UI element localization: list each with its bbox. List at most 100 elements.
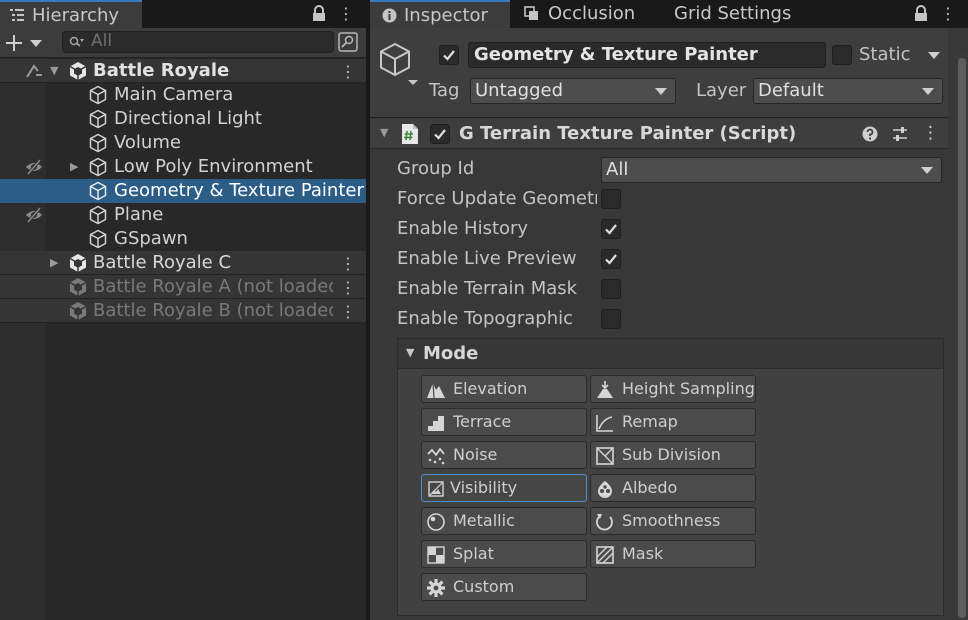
mode-remap-button[interactable]: Remap bbox=[590, 408, 756, 436]
mode-label: Smoothness bbox=[622, 511, 721, 530]
lock-icon[interactable] bbox=[312, 5, 326, 22]
presets-sliders-icon[interactable] bbox=[892, 126, 908, 142]
unity-scene-icon bbox=[69, 278, 87, 296]
lock-icon[interactable] bbox=[914, 5, 928, 22]
scrollbar-thumb[interactable] bbox=[958, 58, 966, 618]
gear-icon bbox=[427, 579, 445, 597]
mode-splat-button[interactable]: Splat bbox=[421, 540, 587, 568]
mode-height-sampling-button[interactable]: Height Sampling bbox=[590, 375, 756, 403]
tab-grid-settings[interactable]: Grid Settings bbox=[660, 0, 800, 28]
static-checkbox[interactable] bbox=[832, 45, 852, 65]
inspector-scrollbar[interactable] bbox=[956, 52, 968, 620]
mode-elevation-button[interactable]: Elevation bbox=[421, 375, 587, 403]
mode-label: Elevation bbox=[453, 379, 528, 398]
mode-mask-button[interactable]: Mask bbox=[590, 540, 756, 568]
property-enable-terrain-mask: Enable Terrain Mask bbox=[397, 276, 942, 304]
mode-sub-division-button[interactable]: Sub Division bbox=[590, 441, 756, 469]
mode-section: ▼ Mode Elevation Height Sampling Terrace bbox=[397, 338, 944, 616]
hierarchy-scene-row[interactable]: ▼ Battle Royale ⋮ bbox=[0, 59, 366, 83]
search-options-icon[interactable] bbox=[338, 32, 358, 52]
hidden-eye-icon[interactable] bbox=[24, 157, 44, 177]
object-active-checkbox[interactable] bbox=[439, 45, 459, 65]
object-name: GSpawn bbox=[114, 228, 188, 249]
enable-live-preview-checkbox[interactable] bbox=[601, 249, 621, 269]
mode-label: Noise bbox=[453, 445, 498, 464]
property-group-id: Group Id All bbox=[397, 156, 942, 184]
gameobject-large-icon[interactable] bbox=[378, 42, 422, 88]
inspector-tab-bar: Inspector Occlusion Grid Settings ⋮ bbox=[370, 0, 968, 28]
hierarchy-object-row[interactable]: ▶ Low Poly Environment bbox=[0, 155, 366, 179]
fold-arrow-collapsed-icon[interactable]: ▶ bbox=[70, 160, 78, 173]
mode-title: Mode bbox=[423, 343, 479, 364]
enable-terrain-mask-checkbox[interactable] bbox=[601, 279, 621, 299]
scene-menu-icon[interactable]: ⋮ bbox=[340, 302, 356, 321]
mode-noise-button[interactable]: Noise bbox=[421, 441, 587, 469]
layer-dropdown[interactable]: Default bbox=[753, 78, 943, 104]
property-enable-topographic: Enable Topographic bbox=[397, 306, 942, 334]
fold-arrow-collapsed-icon[interactable]: ▶ bbox=[50, 256, 58, 269]
tab-occlusion[interactable]: Occlusion bbox=[510, 0, 650, 28]
mode-albedo-button[interactable]: Albedo bbox=[590, 474, 756, 502]
force-update-geometry-checkbox[interactable] bbox=[601, 189, 621, 209]
scene-name: Battle Royale C bbox=[93, 252, 232, 273]
hierarchy-object-row[interactable]: GSpawn bbox=[0, 227, 366, 251]
hierarchy-object-row[interactable]: Main Camera bbox=[0, 83, 366, 107]
help-icon[interactable] bbox=[862, 126, 878, 142]
mode-visibility-button[interactable]: Visibility bbox=[421, 474, 587, 502]
hierarchy-object-row[interactable]: Volume bbox=[0, 131, 366, 155]
component-enabled-checkbox[interactable] bbox=[430, 124, 450, 144]
property-label: Enable History bbox=[397, 218, 529, 239]
hidden-eye-icon[interactable] bbox=[24, 205, 44, 225]
metallic-icon bbox=[427, 513, 445, 531]
property-enable-live-preview: Enable Live Preview bbox=[397, 246, 942, 274]
scene-menu-icon[interactable]: ⋮ bbox=[340, 254, 356, 273]
fold-arrow-expanded-icon[interactable]: ▼ bbox=[50, 64, 58, 77]
mode-metallic-button[interactable]: Metallic bbox=[421, 507, 587, 535]
height-sampling-icon bbox=[597, 381, 613, 398]
splat-icon bbox=[427, 546, 445, 564]
scene-menu-icon[interactable]: ⋮ bbox=[340, 62, 356, 81]
checkmark-icon bbox=[434, 129, 446, 140]
fold-arrow-expanded-icon[interactable]: ▼ bbox=[380, 126, 388, 139]
enable-topographic-checkbox[interactable] bbox=[601, 309, 621, 329]
mode-smoothness-button[interactable]: Smoothness bbox=[590, 507, 756, 535]
hierarchy-scene-row[interactable]: ▶ Battle Royale C ⋮ bbox=[0, 251, 366, 275]
tab-inspector[interactable]: Inspector bbox=[370, 0, 510, 28]
mode-foldout-header[interactable]: ▼ Mode bbox=[398, 339, 943, 369]
hierarchy-object-row[interactable]: Directional Light bbox=[0, 107, 366, 131]
fold-arrow-expanded-icon[interactable]: ▼ bbox=[406, 346, 414, 359]
hierarchy-object-row-selected[interactable]: Geometry & Texture Painter bbox=[0, 179, 366, 203]
hierarchy-tab-bar: Hierarchy ⋮ bbox=[0, 0, 366, 28]
mode-label: Sub Division bbox=[622, 445, 721, 464]
mode-label: Visibility bbox=[450, 478, 518, 497]
mode-custom-button[interactable]: Custom bbox=[421, 573, 587, 601]
component-menu-icon[interactable]: ⋮ bbox=[922, 123, 939, 143]
occlusion-icon bbox=[524, 6, 538, 20]
mode-terrace-button[interactable]: Terrace bbox=[421, 408, 587, 436]
unity-scene-icon bbox=[69, 62, 87, 80]
static-dropdown-chevron-icon[interactable] bbox=[928, 52, 940, 60]
remap-icon bbox=[596, 415, 613, 432]
hierarchy-scene-row-unloaded[interactable]: Battle Royale B (not loaded) ⋮ bbox=[0, 299, 366, 323]
tag-dropdown[interactable]: Untagged bbox=[470, 78, 676, 104]
hierarchy-panel: Hierarchy ⋮ All ▼ Battle Royale ⋮ Main C… bbox=[0, 0, 366, 620]
tab-hierarchy[interactable]: Hierarchy bbox=[0, 0, 142, 28]
mode-label: Metallic bbox=[453, 511, 515, 530]
add-icon[interactable] bbox=[6, 35, 22, 51]
component-header[interactable]: ▼ G Terrain Texture Painter (Script) ⋮ bbox=[370, 119, 948, 149]
inspector-menu-icon[interactable]: ⋮ bbox=[938, 4, 958, 24]
group-id-dropdown[interactable]: All bbox=[601, 157, 942, 183]
hierarchy-menu-icon[interactable]: ⋮ bbox=[336, 4, 356, 24]
hierarchy-object-row[interactable]: Plane bbox=[0, 203, 366, 227]
hierarchy-list-icon bbox=[10, 9, 24, 21]
hierarchy-scene-row-unloaded[interactable]: Battle Royale A (not loaded) ⋮ bbox=[0, 275, 366, 299]
enable-history-checkbox[interactable] bbox=[601, 219, 621, 239]
scene-menu-icon[interactable]: ⋮ bbox=[340, 278, 356, 297]
scene-visibility-icon[interactable] bbox=[24, 61, 44, 81]
add-dropdown-chevron-icon[interactable] bbox=[30, 40, 42, 48]
hierarchy-search-input[interactable]: All bbox=[62, 31, 334, 53]
unity-scene-icon bbox=[69, 254, 87, 272]
checkmark-icon bbox=[605, 224, 617, 235]
object-name-field[interactable]: Geometry & Texture Painter bbox=[468, 42, 826, 68]
object-name: Volume bbox=[114, 132, 181, 153]
